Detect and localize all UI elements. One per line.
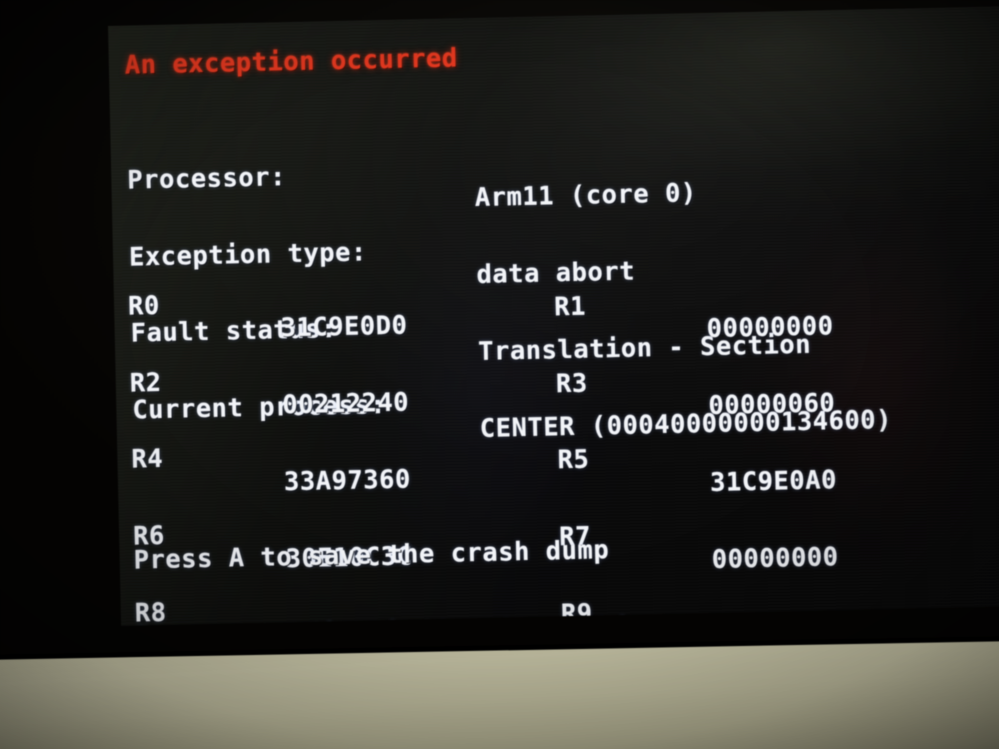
register-name: R0 [127, 290, 161, 322]
instructions-block: Press A to save the crash dump Press any… [132, 486, 675, 625]
register-row: R1 00000000 [553, 266, 834, 344]
register-name: R1 [553, 291, 587, 323]
console-text-area: An exception occurred Processor: Arm11 (… [108, 6, 999, 625]
register-row: R4 33A97360 [131, 419, 411, 497]
register-row: R5 31C9E0A0 [557, 420, 837, 498]
register-row: R2 00212240 [129, 342, 409, 420]
header-row-processor: Processor: Arm11 (core 0) [127, 139, 697, 213]
exception-title: An exception occurred [124, 43, 459, 81]
register-row: R0 31C9E0D0 [127, 265, 408, 344]
register-row: R3 00000060 [555, 343, 836, 421]
register-value: 00000000 [706, 311, 834, 345]
desk-surface [0, 640, 999, 749]
register-name: R2 [129, 367, 162, 399]
instruction-save-crash-dump: Press A to save the crash dump [133, 535, 610, 576]
register-name: R3 [555, 368, 588, 399]
register-name: R4 [131, 444, 164, 475]
register-value: 31C9E0D0 [280, 310, 408, 344]
register-name: R5 [557, 444, 590, 476]
header-label-processor: Processor: [127, 161, 287, 196]
register-value: 31C9E0A0 [709, 465, 838, 498]
register-value: 00000060 [708, 388, 836, 422]
register-value: 00212240 [281, 387, 410, 421]
register-value: 00000000 [711, 541, 839, 575]
crash-screen-panel: An exception occurred Processor: Arm11 (… [108, 6, 999, 626]
photograph-scene: An exception occurred Processor: Arm11 (… [0, 0, 999, 749]
header-value-processor: Arm11 (core 0) [474, 178, 698, 214]
